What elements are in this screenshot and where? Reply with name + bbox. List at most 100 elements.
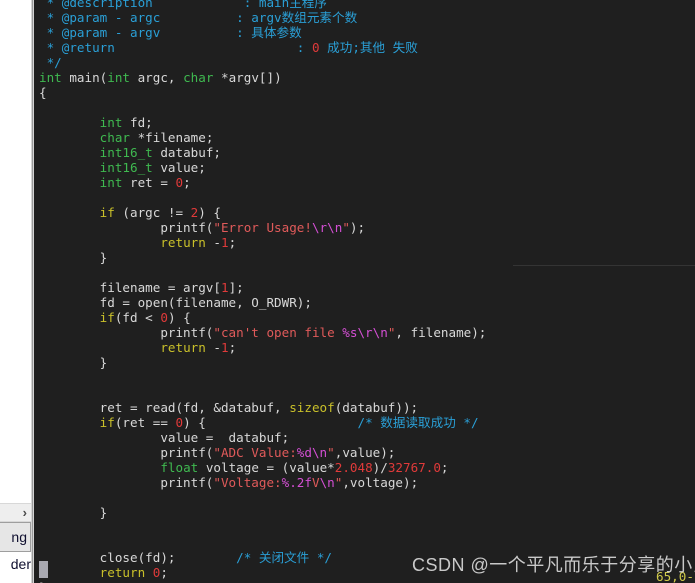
code-token: 0 bbox=[160, 310, 168, 325]
code-token: 0 bbox=[175, 175, 184, 190]
code-token: ,value); bbox=[334, 445, 396, 460]
code-line: fd = open(filename, O_RDWR); bbox=[39, 295, 486, 310]
chevron-right-icon[interactable]: › bbox=[0, 503, 31, 522]
code-token: ; bbox=[228, 340, 237, 355]
code-line: float voltage = (value*2.048)/32767.0; bbox=[39, 460, 486, 475]
code-token: *argv[]) bbox=[213, 70, 282, 85]
code-line: printf("Error Usage!\r\n"); bbox=[39, 220, 486, 235]
code-token: %.2f bbox=[281, 475, 312, 490]
code-token: V bbox=[311, 475, 320, 490]
code-token: fd = open(filename, O_RDWR); bbox=[39, 295, 312, 310]
code-token: 0 bbox=[311, 40, 320, 55]
code-token: " bbox=[342, 220, 350, 235]
code-token: ret = read(fd, &databuf, bbox=[39, 400, 290, 415]
panel-button[interactable]: ng bbox=[0, 522, 31, 552]
code-token: ) { bbox=[167, 310, 191, 325]
code-token: "can't open file bbox=[213, 325, 343, 340]
code-token: printf( bbox=[39, 325, 214, 340]
terminal-window[interactable]: * @description : main主程序 * @param - argc… bbox=[34, 0, 695, 583]
code-token: sizeof bbox=[289, 400, 335, 415]
code-token: "Voltage: bbox=[213, 475, 282, 490]
code-token: 32767.0 bbox=[387, 460, 441, 475]
code-token: char bbox=[183, 70, 214, 85]
code-token: fd; bbox=[122, 115, 153, 130]
code-line: int ret = 0; bbox=[39, 175, 486, 190]
code-token: ; bbox=[160, 565, 168, 580]
code-line: char *filename; bbox=[39, 130, 486, 145]
code-token: \r\n bbox=[311, 220, 343, 235]
code-token: "Error Usage! bbox=[213, 220, 312, 235]
code-token: printf( bbox=[39, 220, 214, 235]
code-token: float bbox=[160, 460, 199, 475]
code-token: int bbox=[99, 115, 123, 130]
code-line: int16_t value; bbox=[39, 160, 486, 175]
code-line: * @param - argv : 具体参数 bbox=[39, 25, 486, 40]
code-line: if(fd < 0) { bbox=[39, 310, 486, 325]
code-token: { bbox=[39, 85, 47, 100]
code-token: if bbox=[99, 310, 115, 325]
code-token: databuf; bbox=[152, 145, 221, 160]
code-line: printf("can't open file %s\r\n", filenam… bbox=[39, 325, 486, 340]
code-token: voltage = (value* bbox=[198, 460, 335, 475]
code-token: ; bbox=[183, 175, 191, 190]
code-token: ); bbox=[349, 220, 366, 235]
code-token: 0 bbox=[175, 415, 184, 430]
code-token: * @param - argc : argv数组元素个数 bbox=[39, 10, 358, 25]
code-line: * @description : main主程序 bbox=[39, 0, 486, 10]
code-token: 1 bbox=[220, 280, 229, 295]
code-line: return -1; bbox=[39, 235, 486, 250]
code-line: { bbox=[39, 85, 486, 100]
code-line: printf("ADC Value:%d\n",value); bbox=[39, 445, 486, 460]
text-cursor bbox=[39, 561, 48, 578]
code-line: */ bbox=[39, 55, 486, 70]
left-app-panel: › ng der bbox=[0, 0, 31, 583]
code-token: %s bbox=[342, 325, 358, 340]
code-token: *filename; bbox=[130, 130, 214, 145]
code-token: printf( bbox=[39, 445, 214, 460]
code-token: * @param - argv : 具体参数 bbox=[39, 25, 302, 40]
code-token: return bbox=[99, 565, 146, 580]
code-line: int main(int argc, char *argv[]) bbox=[39, 70, 486, 85]
code-token: ]; bbox=[228, 280, 244, 295]
code-line: } bbox=[39, 250, 486, 265]
code-token: (argc != bbox=[114, 205, 191, 220]
code-token: int16_t bbox=[99, 145, 153, 160]
panel-item-label[interactable]: der bbox=[0, 556, 31, 572]
code-token: " bbox=[327, 445, 335, 460]
code-token: return bbox=[160, 235, 206, 250]
code-line: if (argc != 2) { bbox=[39, 205, 486, 220]
code-token: , filename); bbox=[395, 325, 487, 340]
code-line: } bbox=[39, 505, 486, 520]
code-line: int16_t databuf; bbox=[39, 145, 486, 160]
code-token: %d\n bbox=[296, 445, 328, 460]
code-token: - bbox=[205, 340, 221, 355]
code-token: printf( bbox=[39, 475, 214, 490]
code-view[interactable]: * @description : main主程序 * @param - argc… bbox=[39, 0, 486, 583]
code-token: ) { bbox=[198, 205, 222, 220]
code-token: char bbox=[99, 130, 131, 145]
code-token: 2.048 bbox=[334, 460, 373, 475]
code-line: return -1; bbox=[39, 340, 486, 355]
code-token: 1 bbox=[221, 340, 229, 355]
code-token: * @return : bbox=[39, 40, 312, 55]
code-token: /* 关闭文件 */ bbox=[236, 550, 333, 565]
code-token: int16_t bbox=[99, 160, 153, 175]
screenshot-root: › ng der * @description : main主程序 * @par… bbox=[0, 0, 695, 583]
code-token: )/ bbox=[372, 460, 388, 475]
code-token: ,voltage); bbox=[342, 475, 419, 490]
code-token: return bbox=[160, 340, 206, 355]
code-token: int bbox=[99, 175, 123, 190]
code-line: * @return : 0 成功;其他 失败 bbox=[39, 40, 486, 55]
code-token: } bbox=[39, 250, 108, 265]
